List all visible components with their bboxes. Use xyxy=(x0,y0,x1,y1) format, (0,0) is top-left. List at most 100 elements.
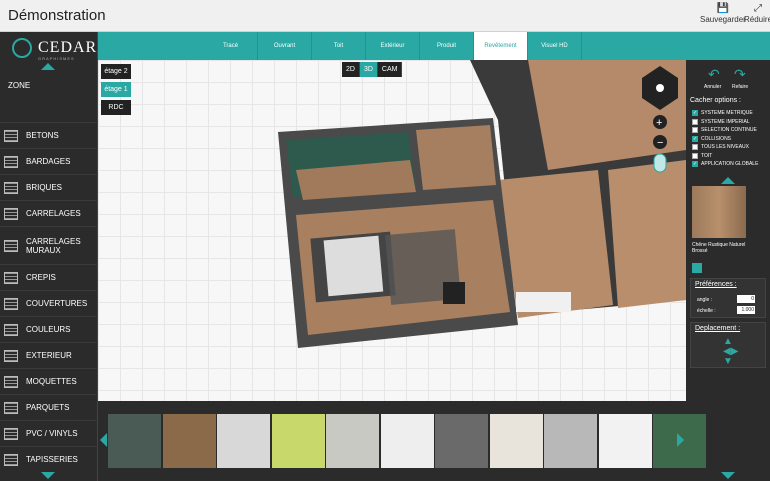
dressing-floor xyxy=(416,125,496,190)
sidebar-item[interactable]: TAPISSERIES xyxy=(0,446,98,472)
sidebar-item[interactable]: COUVERTURES xyxy=(0,290,98,316)
tab[interactable]: Produit xyxy=(420,32,474,60)
pan-center-icon xyxy=(656,84,664,92)
swatch-triangles[interactable] xyxy=(544,414,597,468)
checkbox-icon[interactable] xyxy=(692,144,698,150)
tab[interactable]: Ouvrant xyxy=(258,32,312,60)
checkbox-icon[interactable] xyxy=(692,127,698,133)
move-box: Deplacement : ▲ ◀▶ ▼ xyxy=(690,322,766,368)
swatch-next-icon[interactable] xyxy=(677,433,684,447)
tab[interactable]: Extérieur xyxy=(366,32,420,60)
floor-button[interactable]: étage 1 xyxy=(101,82,131,97)
material-icon xyxy=(4,207,18,220)
options-up-arrow-icon[interactable] xyxy=(721,177,735,184)
swatch-dark-foliage[interactable] xyxy=(108,414,161,468)
angle-input[interactable]: 0 xyxy=(737,295,755,303)
tab[interactable]: Toit xyxy=(312,32,366,60)
logo-circle-icon xyxy=(12,38,32,58)
swatch-lime-pattern[interactable] xyxy=(271,414,325,468)
sidebar-item[interactable]: MOQUETTES xyxy=(0,368,98,394)
material-category-list: BETONS BARDAGES BRIQUES CARRELAGES CARRELAGE… xyxy=(0,122,98,472)
material-icon xyxy=(4,401,18,414)
floor-plan-3d[interactable] xyxy=(98,60,686,401)
material-icon xyxy=(4,349,18,362)
view-mode-button[interactable]: 3D xyxy=(359,62,378,77)
swatch-white-waves[interactable] xyxy=(598,414,652,468)
3d-viewport[interactable]: étage 2 étage 1 RDC 2D 3D CAM + − xyxy=(98,60,686,401)
material-icon xyxy=(4,375,18,388)
option-checkbox[interactable]: TOUS LES NIVEAUX xyxy=(692,144,749,150)
app-title: Démonstration xyxy=(8,7,106,24)
save-button[interactable]: 💾 Sauvegarder xyxy=(700,3,746,24)
tab[interactable]: Tracé xyxy=(204,32,258,60)
texture-apply-icon[interactable] xyxy=(692,263,702,273)
material-icon xyxy=(4,323,18,336)
sidebar-item[interactable]: CARRELAGES MURAUX xyxy=(0,226,98,264)
hide-options-title[interactable]: Cacher options : xyxy=(690,97,741,104)
option-checkbox[interactable]: ✓ COLLISIONS xyxy=(692,135,731,142)
checkbox-icon[interactable]: ✓ xyxy=(692,161,698,167)
bed xyxy=(323,235,384,297)
sidebar-item[interactable]: CREPIS xyxy=(0,264,98,290)
swatch-grey-floral[interactable] xyxy=(217,414,270,468)
option-checkbox[interactable]: TOIT xyxy=(692,152,712,159)
option-checkbox[interactable]: ✓ APPLICATION GLOBALE xyxy=(692,161,758,167)
floor-button[interactable]: RDC xyxy=(101,100,131,115)
sidebar: CEDAR GRAPHISMES ZONE BETONS BARDAGES BRIQ… xyxy=(0,32,98,481)
tab[interactable]: Visuel HD xyxy=(528,32,582,60)
svg-text:+: + xyxy=(656,117,662,129)
floor-button[interactable]: étage 2 xyxy=(101,64,131,79)
navigation-controls: + − xyxy=(642,66,678,173)
room-floor-right xyxy=(608,160,686,308)
sidebar-item[interactable]: BARDAGES xyxy=(0,148,98,174)
redo-icon[interactable]: ↷ xyxy=(734,66,746,83)
move-arrows-icon[interactable]: ▲ ◀▶ ▼ xyxy=(723,337,738,367)
tab[interactable]: Revêtement xyxy=(474,32,528,60)
checkbox-icon[interactable] xyxy=(692,152,698,159)
undo-label[interactable]: Annuler xyxy=(704,84,721,90)
material-icon xyxy=(4,181,18,194)
scale-input[interactable]: 1.000 xyxy=(737,306,755,314)
swatch-birch-trees[interactable] xyxy=(489,414,543,468)
undo-icon[interactable]: ↶ xyxy=(708,66,720,83)
sidebar-item[interactable]: BETONS xyxy=(0,122,98,148)
option-checkbox[interactable]: SELECTION CONTINUE xyxy=(692,127,757,133)
sidebar-item[interactable]: BRIQUES xyxy=(0,174,98,200)
bath-tub xyxy=(516,292,571,312)
sidebar-item[interactable]: CARRELAGES xyxy=(0,200,98,226)
material-swatch-bar xyxy=(98,401,706,481)
scroll-up-arrow-icon[interactable] xyxy=(41,63,55,70)
material-icon xyxy=(4,155,18,168)
view-mode-button[interactable]: CAM xyxy=(378,62,403,77)
sidebar-item[interactable]: PARQUETS xyxy=(0,394,98,420)
checkbox-icon[interactable]: ✓ xyxy=(692,135,698,142)
view-mode-button[interactable]: 2D xyxy=(342,62,360,77)
titlebar: Démonstration 💾 Sauvegarder ⤢ Réduire xyxy=(0,0,770,32)
option-checkbox[interactable]: ✓ SYSTEME METRIQUE xyxy=(692,110,753,116)
reduce-icon: ⤢ xyxy=(754,3,762,14)
sidebar-item[interactable]: EXTERIEUR xyxy=(0,342,98,368)
reduce-button[interactable]: ⤢ Réduire xyxy=(744,3,770,24)
swatch-geometric-bw[interactable] xyxy=(435,414,488,468)
material-icon xyxy=(4,239,18,252)
sidebar-item[interactable]: PVC / VINYLS xyxy=(0,420,98,446)
checkbox-icon[interactable] xyxy=(692,118,698,125)
checkbox-icon[interactable]: ✓ xyxy=(692,110,698,116)
cedar-logo: CEDAR GRAPHISMES xyxy=(8,36,96,62)
mouse-mode-icon[interactable] xyxy=(653,153,667,173)
view-mode-selector: 2D 3D CAM xyxy=(342,62,403,77)
swatch-hexagon-white[interactable] xyxy=(380,414,434,468)
texture-preview xyxy=(692,186,746,238)
swatch-prev-icon[interactable] xyxy=(100,433,107,447)
option-checkbox[interactable]: SYSTEME IMPERIAL xyxy=(692,118,750,125)
redo-label[interactable]: Refaire xyxy=(732,84,748,90)
swatch-bird-branches[interactable] xyxy=(326,414,379,468)
material-icon xyxy=(4,297,18,310)
material-icon xyxy=(4,453,18,466)
swatch-wood-planks[interactable] xyxy=(162,414,216,468)
scroll-down-arrow-icon[interactable] xyxy=(41,472,55,479)
rotate-object-button[interactable] xyxy=(443,282,465,304)
material-icon xyxy=(4,271,18,284)
options-down-arrow-icon[interactable] xyxy=(721,472,735,479)
sidebar-item[interactable]: COULEURS xyxy=(0,316,98,342)
